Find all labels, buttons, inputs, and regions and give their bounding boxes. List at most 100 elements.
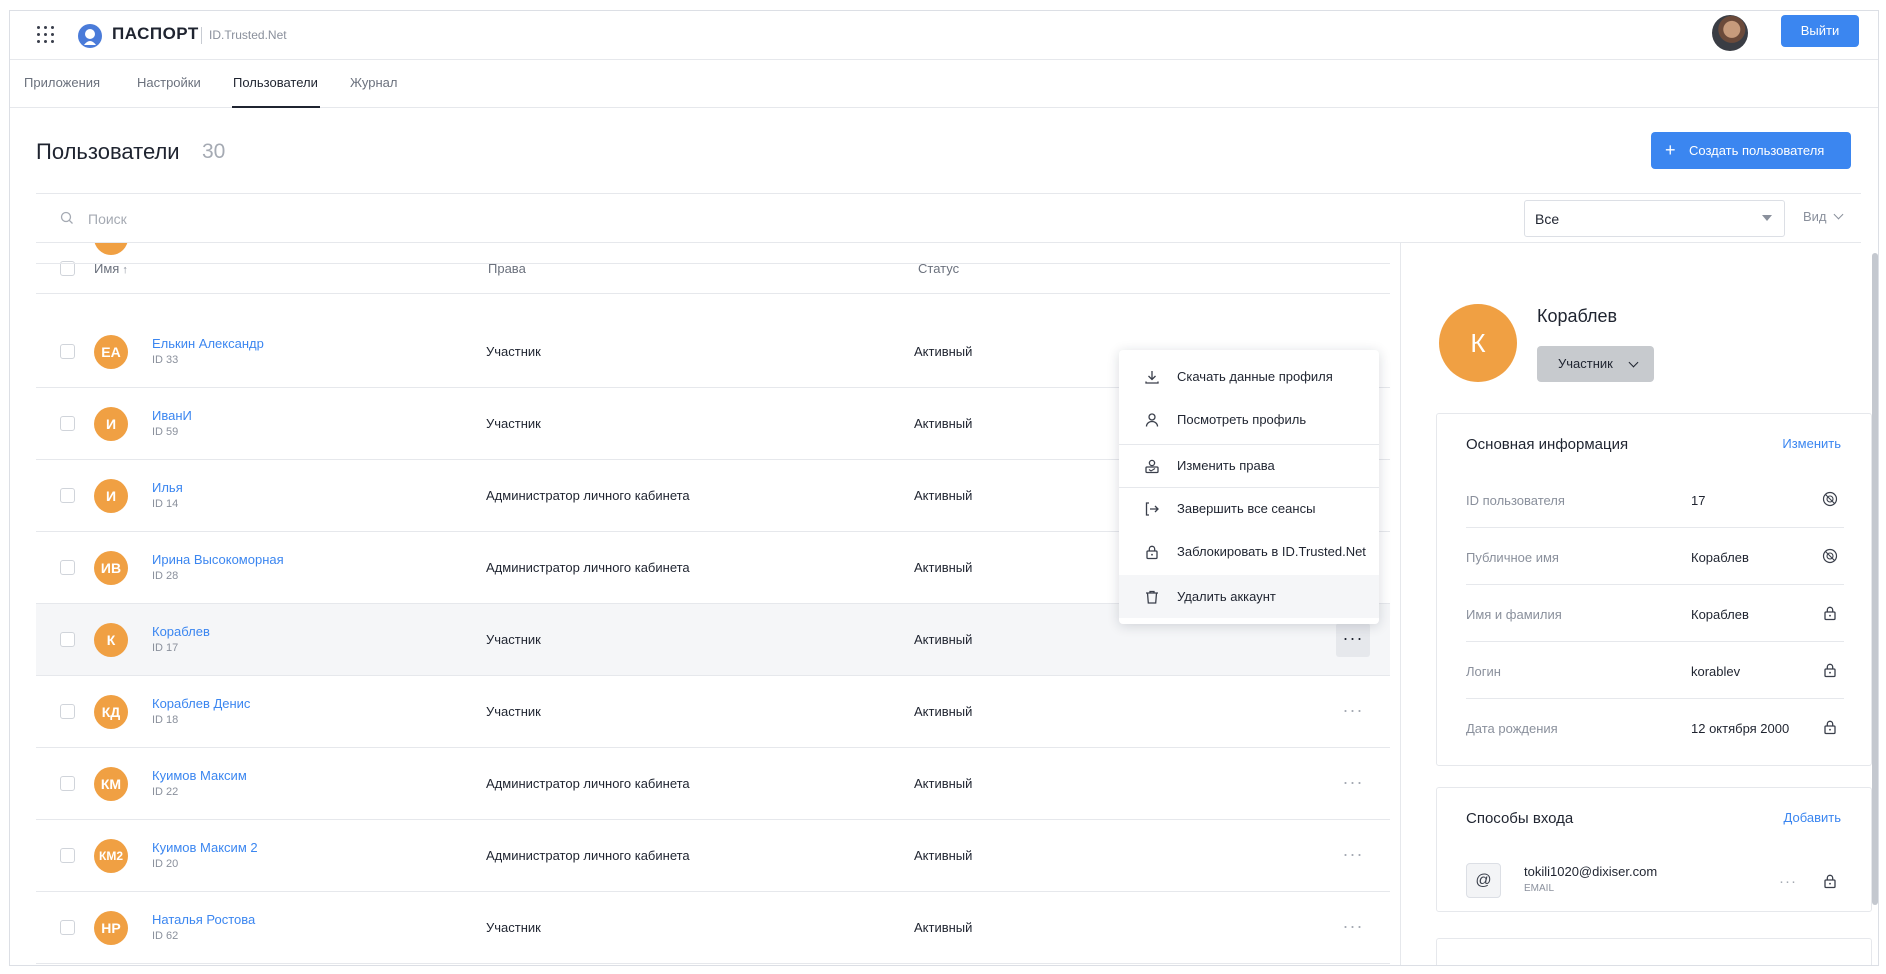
- brand-divider: [201, 27, 202, 44]
- user-name-link[interactable]: ИванИ: [152, 408, 192, 423]
- row-checkbox[interactable]: [60, 560, 75, 575]
- row-context-menu: Скачать данные профиля Посмотреть профил…: [1119, 350, 1379, 624]
- lock-icon[interactable]: [1822, 662, 1838, 678]
- user-status: Активный: [914, 632, 973, 647]
- row-checkbox[interactable]: [60, 920, 75, 935]
- top-bar: ПАСПОРТ ID.Trusted.Net Выйти: [10, 11, 1878, 60]
- row-more-button[interactable]: ···: [1336, 839, 1370, 873]
- view-label: Вид: [1803, 209, 1827, 224]
- table-row[interactable]: КМ2 Куимов Максим 2 ID 20 Администратор …: [36, 820, 1390, 892]
- user-rights: Участник: [486, 344, 541, 359]
- status-filter-select[interactable]: Все: [1524, 200, 1785, 237]
- lock-icon[interactable]: [1822, 719, 1838, 735]
- menu-item-label: Удалить аккаунт: [1177, 589, 1276, 604]
- brand-subtitle: ID.Trusted.Net: [209, 28, 287, 42]
- row-more-button[interactable]: ···: [1336, 695, 1370, 729]
- tab-journal[interactable]: Журнал: [350, 75, 397, 90]
- profile-name: Кораблев: [1537, 306, 1618, 326]
- menu-item-block-user[interactable]: Заблокировать в ID.Trusted.Net: [1119, 530, 1379, 573]
- field-label: Имя и фамилия: [1466, 607, 1562, 622]
- plus-icon: +: [1665, 140, 1676, 160]
- user-status: Активный: [914, 488, 973, 503]
- user-status: Активный: [914, 704, 973, 719]
- user-name-link[interactable]: Илья: [152, 480, 183, 495]
- view-button[interactable]: Вид: [1803, 209, 1843, 224]
- row-more-button[interactable]: ···: [1336, 767, 1370, 801]
- logo-icon: [77, 23, 103, 49]
- row-more-button[interactable]: ···: [1336, 911, 1370, 945]
- user-name-link[interactable]: Кораблев: [152, 624, 210, 639]
- active-tab-indicator: [232, 106, 320, 108]
- panel-scrollbar[interactable]: [1872, 253, 1878, 905]
- menu-item-end-sessions[interactable]: Завершить все сеансы: [1119, 487, 1379, 530]
- user-rights: Участник: [486, 416, 541, 431]
- row-checkbox[interactable]: [60, 704, 75, 719]
- lock-icon[interactable]: [1822, 605, 1838, 621]
- user-edit-icon: [1144, 458, 1160, 474]
- user-id: ID 17: [152, 642, 179, 654]
- avatar: И: [94, 407, 128, 441]
- user-name-link[interactable]: Ирина Высокоморная: [152, 552, 284, 567]
- user-id: ID 33: [152, 354, 179, 366]
- trash-icon: [1144, 589, 1160, 605]
- row-checkbox[interactable]: [60, 632, 75, 647]
- user-name-link[interactable]: Куимов Максим: [152, 768, 247, 783]
- lock-icon[interactable]: [1822, 873, 1838, 889]
- avatar: И: [94, 479, 128, 513]
- table-row-partial: [36, 243, 1390, 264]
- search-input[interactable]: [88, 208, 688, 230]
- user-name-link[interactable]: Елькин Александр: [152, 336, 264, 351]
- menu-item-delete-account[interactable]: Удалить аккаунт: [1119, 575, 1379, 618]
- user-avatar[interactable]: [1712, 15, 1748, 51]
- avatar: КМ2: [94, 839, 128, 873]
- user-rights: Участник: [486, 920, 541, 935]
- next-card-partial: [1436, 938, 1872, 965]
- menu-item-change-rights[interactable]: Изменить права: [1119, 444, 1379, 487]
- tab-users[interactable]: Пользователи: [233, 75, 318, 90]
- edit-link[interactable]: Изменить: [1782, 436, 1841, 451]
- row-checkbox[interactable]: [60, 848, 75, 863]
- menu-item-label: Заблокировать в ID.Trusted.Net: [1177, 544, 1366, 559]
- login-methods-title: Способы входа: [1466, 810, 1574, 827]
- row-checkbox[interactable]: [60, 344, 75, 359]
- app-window: ПАСПОРТ ID.Trusted.Net Выйти Приложения …: [9, 10, 1879, 966]
- field-value: Кораблев: [1691, 607, 1749, 622]
- add-login-link[interactable]: Добавить: [1784, 810, 1841, 825]
- row-more-button[interactable]: ···: [1336, 623, 1370, 657]
- user-name-link[interactable]: Кораблев Денис: [152, 696, 250, 711]
- menu-item-download-profile[interactable]: Скачать данные профиля: [1119, 355, 1379, 398]
- apps-grid-icon[interactable]: [35, 24, 57, 46]
- table-row[interactable]: КМ Куимов Максим ID 22 Администратор лич…: [36, 748, 1390, 820]
- table-row[interactable]: НР Наталья Ростова ID 62 Участник Активн…: [36, 892, 1390, 964]
- users-toolbar: Все Вид: [36, 193, 1861, 243]
- user-status: Активный: [914, 848, 973, 863]
- tab-settings[interactable]: Настройки: [137, 75, 201, 90]
- role-dropdown[interactable]: Участник: [1537, 346, 1654, 382]
- create-user-button[interactable]: + Создать пользователя: [1651, 132, 1851, 169]
- brand-name: ПАСПОРТ: [112, 24, 199, 43]
- login-more-button[interactable]: ···: [1779, 873, 1797, 890]
- visibility-icon[interactable]: [1822, 548, 1838, 564]
- user-id: ID 62: [152, 930, 179, 942]
- tab-applications[interactable]: Приложения: [24, 75, 100, 90]
- row-checkbox[interactable]: [60, 776, 75, 791]
- row-checkbox[interactable]: [60, 416, 75, 431]
- logout-button[interactable]: Выйти: [1781, 15, 1859, 47]
- at-sign-icon: @: [1466, 863, 1501, 898]
- user-status: Активный: [914, 344, 973, 359]
- avatar: ЕА: [94, 335, 128, 369]
- visibility-icon[interactable]: [1822, 491, 1838, 507]
- row-checkbox[interactable]: [60, 488, 75, 503]
- user-name-link[interactable]: Куимов Максим 2: [152, 840, 258, 855]
- download-icon: [1144, 369, 1160, 385]
- status-filter-value: Все: [1535, 211, 1560, 227]
- login-methods-card: Способы входа Добавить @ tokili1020@dixi…: [1436, 787, 1872, 912]
- info-row-public-name: Публичное имя Кораблев: [1466, 528, 1844, 585]
- field-label: Публичное имя: [1466, 550, 1559, 565]
- menu-item-view-profile[interactable]: Посмотреть профиль: [1119, 398, 1379, 441]
- avatar: К: [94, 623, 128, 657]
- table-row[interactable]: КД Кораблев Денис ID 18 Участник Активны…: [36, 676, 1390, 748]
- login-type: EMAIL: [1524, 883, 1555, 894]
- profile-avatar: К: [1439, 304, 1517, 382]
- user-name-link[interactable]: Наталья Ростова: [152, 912, 255, 927]
